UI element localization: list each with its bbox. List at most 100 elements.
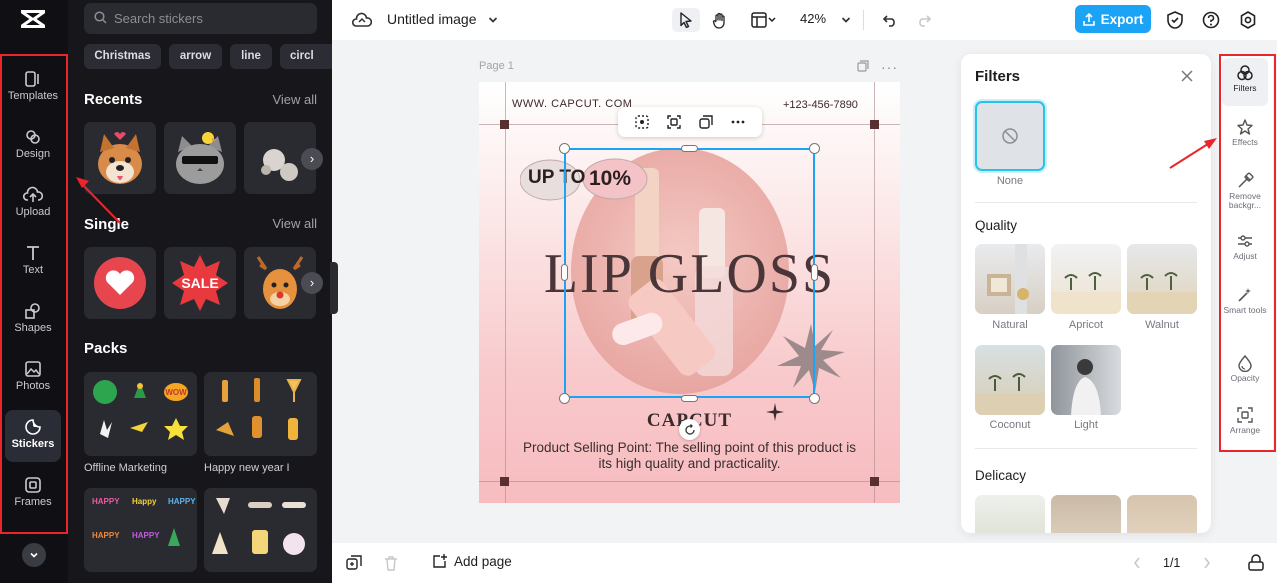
resize-handle-bottom[interactable] (681, 395, 698, 402)
resize-handle-top-right[interactable] (809, 143, 820, 154)
sticker-sale[interactable]: SALE (164, 247, 236, 319)
recents-title: Recents (84, 91, 143, 108)
panel-collapse-handle[interactable] (330, 262, 338, 314)
settings-button[interactable] (1234, 8, 1262, 32)
chevron-down-icon[interactable] (487, 14, 499, 26)
undo-icon (882, 15, 895, 27)
filter-delicacy-1[interactable] (975, 495, 1045, 533)
add-page-button[interactable]: Add page (432, 553, 512, 569)
filter-natural[interactable] (975, 244, 1045, 314)
expand-more-button[interactable] (22, 543, 46, 567)
more-icon[interactable]: ··· (881, 59, 898, 75)
poster-website[interactable]: WWW. CAPCUT. COM (512, 98, 632, 110)
pages-panel-button[interactable] (1247, 554, 1265, 572)
export-label: Export (1100, 11, 1144, 27)
pack-offline-marketing[interactable]: WOW (84, 372, 197, 456)
crop-mark (870, 477, 879, 486)
previous-page-button[interactable] (1132, 556, 1142, 570)
smart-crop-icon[interactable] (666, 114, 682, 130)
filter-label: Coconut (989, 419, 1031, 431)
chip-christmas[interactable]: Christmas (84, 44, 161, 69)
gear-icon (1240, 11, 1256, 29)
resize-handle-right[interactable] (811, 264, 818, 281)
svg-text:HAPPY: HAPPY (168, 497, 196, 506)
filter-walnut[interactable] (1127, 244, 1197, 314)
cloud-sync-icon[interactable] (352, 11, 372, 29)
poster-phone[interactable]: +123-456-7890 (783, 99, 858, 111)
sticker-heart[interactable] (84, 247, 156, 319)
resize-handle-bottom-right[interactable] (809, 393, 820, 404)
shield-icon (1167, 11, 1183, 29)
next-page-button[interactable] (1202, 556, 1212, 570)
single-next-button[interactable]: › (301, 272, 323, 294)
add-page-label: Add page (454, 553, 512, 569)
page-label: Page 1 (479, 60, 514, 72)
filter-label: Apricot (1068, 319, 1104, 331)
rotate-handle[interactable] (679, 419, 700, 440)
quality-title: Quality (975, 218, 1018, 233)
duplicate-icon[interactable] (698, 114, 714, 130)
filters-panel: Filters None Quality Natural Apricot Wal… (961, 54, 1211, 533)
pack-happy-new-year-2[interactable]: HAPPY Happy HAPPY HAPPY HAPPY (84, 488, 197, 572)
filter-none[interactable] (975, 101, 1045, 171)
recents-next-button[interactable]: › (301, 148, 323, 170)
delicacy-title: Delicacy (975, 468, 1027, 483)
guide-line (479, 481, 900, 482)
view-all-recents-link[interactable]: View all (272, 92, 317, 107)
hand-icon (712, 12, 725, 29)
poster-selling-point[interactable]: Product Selling Point: The selling point… (519, 440, 860, 472)
delete-page-button[interactable] (384, 555, 398, 571)
export-button[interactable]: Export (1075, 5, 1151, 33)
floating-element-toolbar (618, 107, 762, 137)
divider (863, 10, 864, 30)
redo-button[interactable] (910, 8, 938, 32)
chip-arrow[interactable]: arrow (169, 44, 222, 69)
duplicate-page-button[interactable] (346, 555, 362, 571)
upload-icon (1082, 12, 1095, 26)
resize-handle-bottom-left[interactable] (559, 393, 570, 404)
filter-apricot[interactable] (1051, 244, 1121, 314)
chip-circle[interactable]: circl (280, 44, 332, 69)
resize-handle-top-left[interactable] (559, 143, 570, 154)
resize-handle-top[interactable] (681, 145, 698, 152)
chevron-right-icon: › (309, 275, 315, 290)
pack-happy-new-year-3[interactable] (204, 488, 317, 572)
rotate-icon (684, 423, 695, 435)
remove-background-icon[interactable] (634, 114, 650, 130)
document-title[interactable]: Untitled image (387, 11, 477, 27)
duplicate-icon (346, 555, 362, 570)
no-filter-icon (1002, 128, 1018, 144)
sticker-cool-cat[interactable] (164, 122, 236, 194)
chip-line[interactable]: line (230, 44, 272, 69)
view-all-single-link[interactable]: View all (272, 216, 317, 231)
undo-button[interactable] (876, 8, 904, 32)
chevron-down-icon[interactable] (840, 14, 852, 26)
guide-line (505, 82, 506, 503)
hand-tool-button[interactable] (706, 8, 734, 32)
filter-light[interactable] (1051, 345, 1121, 415)
crop-mark (500, 120, 509, 129)
redo-icon (919, 15, 932, 27)
close-icon[interactable] (1180, 69, 1194, 83)
search-input[interactable] (84, 3, 317, 34)
capcut-logo-icon[interactable] (18, 6, 48, 32)
help-icon (1202, 11, 1220, 29)
resize-handle-left[interactable] (561, 264, 568, 281)
pack-happy-new-year-1[interactable] (204, 372, 317, 456)
svg-text:WOW: WOW (165, 388, 187, 397)
layout-dropdown-button[interactable] (746, 8, 782, 32)
duplicate-page-icon[interactable] (857, 60, 869, 72)
filter-label: Light (1074, 419, 1098, 431)
help-button[interactable] (1197, 8, 1225, 32)
shield-button[interactable] (1161, 8, 1189, 32)
select-tool-button[interactable] (672, 8, 700, 32)
chevron-down-icon (30, 552, 38, 558)
svg-text:HAPPY: HAPPY (92, 531, 120, 540)
add-page-icon (433, 554, 447, 568)
filter-coconut[interactable] (975, 345, 1045, 415)
filter-delicacy-3[interactable] (1127, 495, 1197, 533)
selection-box[interactable] (564, 148, 815, 398)
filter-delicacy-2[interactable] (1051, 495, 1121, 533)
zoom-level[interactable]: 42% (800, 11, 826, 26)
more-icon[interactable] (730, 114, 746, 130)
